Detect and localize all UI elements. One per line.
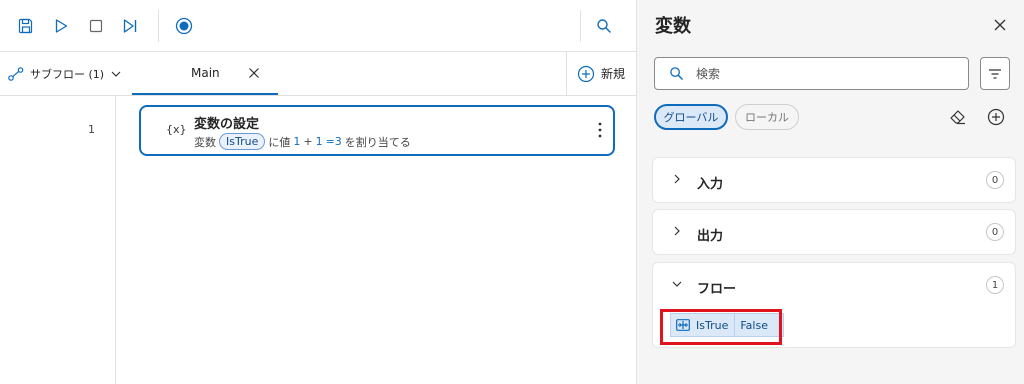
run-next-action-icon [123,19,137,33]
run-icon [55,19,68,33]
variable-chip: IsTrue [219,133,266,150]
record-icon [175,17,193,35]
toolbar-separator [158,10,159,42]
run-button[interactable] [49,14,73,38]
variable-name-cell: IsTrue [671,314,736,336]
chevron-right-icon [674,174,680,184]
variable-type-icon [676,319,690,331]
variable-value-cell: False [735,314,773,336]
variables-title: 変数 [655,16,691,37]
save-icon [18,18,33,34]
search-icon [597,19,611,33]
filter-icon [989,68,1001,79]
search-icon [670,67,683,80]
tab-main-label: Main [191,65,220,80]
new-subflow-button[interactable]: 新規 [566,52,636,95]
subflows-label: サブフロー (1) [30,67,105,81]
record-button[interactable] [172,14,196,38]
value-a: 1 [293,135,301,148]
value-b: 1 [315,135,323,148]
scope-global-pill[interactable]: グローバル [654,104,728,130]
run-next-action-button[interactable] [118,14,142,38]
tab-bar: サブフロー (1) Main 新規 [0,52,636,96]
chevron-down-icon [111,71,121,77]
flow-variable-item[interactable]: IsTrue False [670,313,784,337]
variable-value: False [740,318,768,332]
plus-operator: + [303,135,313,148]
desc-mid: に値 [268,135,291,149]
action-title: 変数の設定 [194,117,260,132]
stop-button[interactable] [84,14,108,38]
variable-action-icon: {x} [166,123,187,136]
new-label: 新規 [601,67,626,81]
section-input-count: 0 [986,171,1004,189]
section-flow-label: フロー [697,282,737,297]
filter-button[interactable] [980,57,1010,90]
search-button[interactable] [592,14,616,38]
line-gutter: 1 [0,96,116,384]
tab-main[interactable]: Main [132,52,278,95]
action-description: 変数 IsTrue に値 1 + 1 =3 を割り当てる [194,133,411,150]
line-number: 1 [88,123,95,136]
section-flow-count: 1 [986,276,1004,294]
add-circle-icon [577,65,595,82]
close-tab-icon[interactable] [248,67,260,79]
chevron-down-icon[interactable] [671,278,683,290]
variables-search-box[interactable] [654,57,969,90]
search-input[interactable] [696,66,936,81]
scope-local-pill[interactable]: ローカル [735,104,799,130]
action-set-variable[interactable]: {x} 変数の設定 変数 IsTrue に値 1 + 1 =3 を割り当てる [139,105,615,156]
subflows-dropdown[interactable]: サブフロー (1) [0,52,130,95]
section-output-count: 0 [986,223,1004,241]
equals-value: =3 [325,135,342,148]
toolbar-separator [580,10,581,42]
section-input-label: 入力 [697,177,724,192]
flow-designer: サブフロー (1) Main 新規 1 {x} 変数の設定 変数 IsTrue … [0,0,636,384]
desc-suffix: を割り当てる [344,135,411,149]
save-button[interactable] [14,14,38,38]
section-output-label: 出力 [697,229,724,244]
subflow-icon [8,66,24,81]
more-options-icon[interactable] [597,121,603,139]
section-input[interactable]: 入力 0 [652,157,1016,203]
section-output[interactable]: 出力 0 [652,209,1016,255]
desc-prefix: 変数 [194,135,216,149]
eraser-icon[interactable] [949,108,967,126]
stop-icon [89,19,103,33]
chevron-right-icon [674,226,680,236]
variable-name: IsTrue [696,318,729,332]
toolbar [0,0,636,52]
section-flow: フロー 1 IsTrue False [652,262,1016,348]
variables-pane: 変数 グローバル ローカル 入力 0 出力 0 フロー 1 IsTrue Fal… [636,0,1024,384]
add-variable-icon[interactable] [987,108,1005,126]
close-icon[interactable] [993,18,1007,32]
